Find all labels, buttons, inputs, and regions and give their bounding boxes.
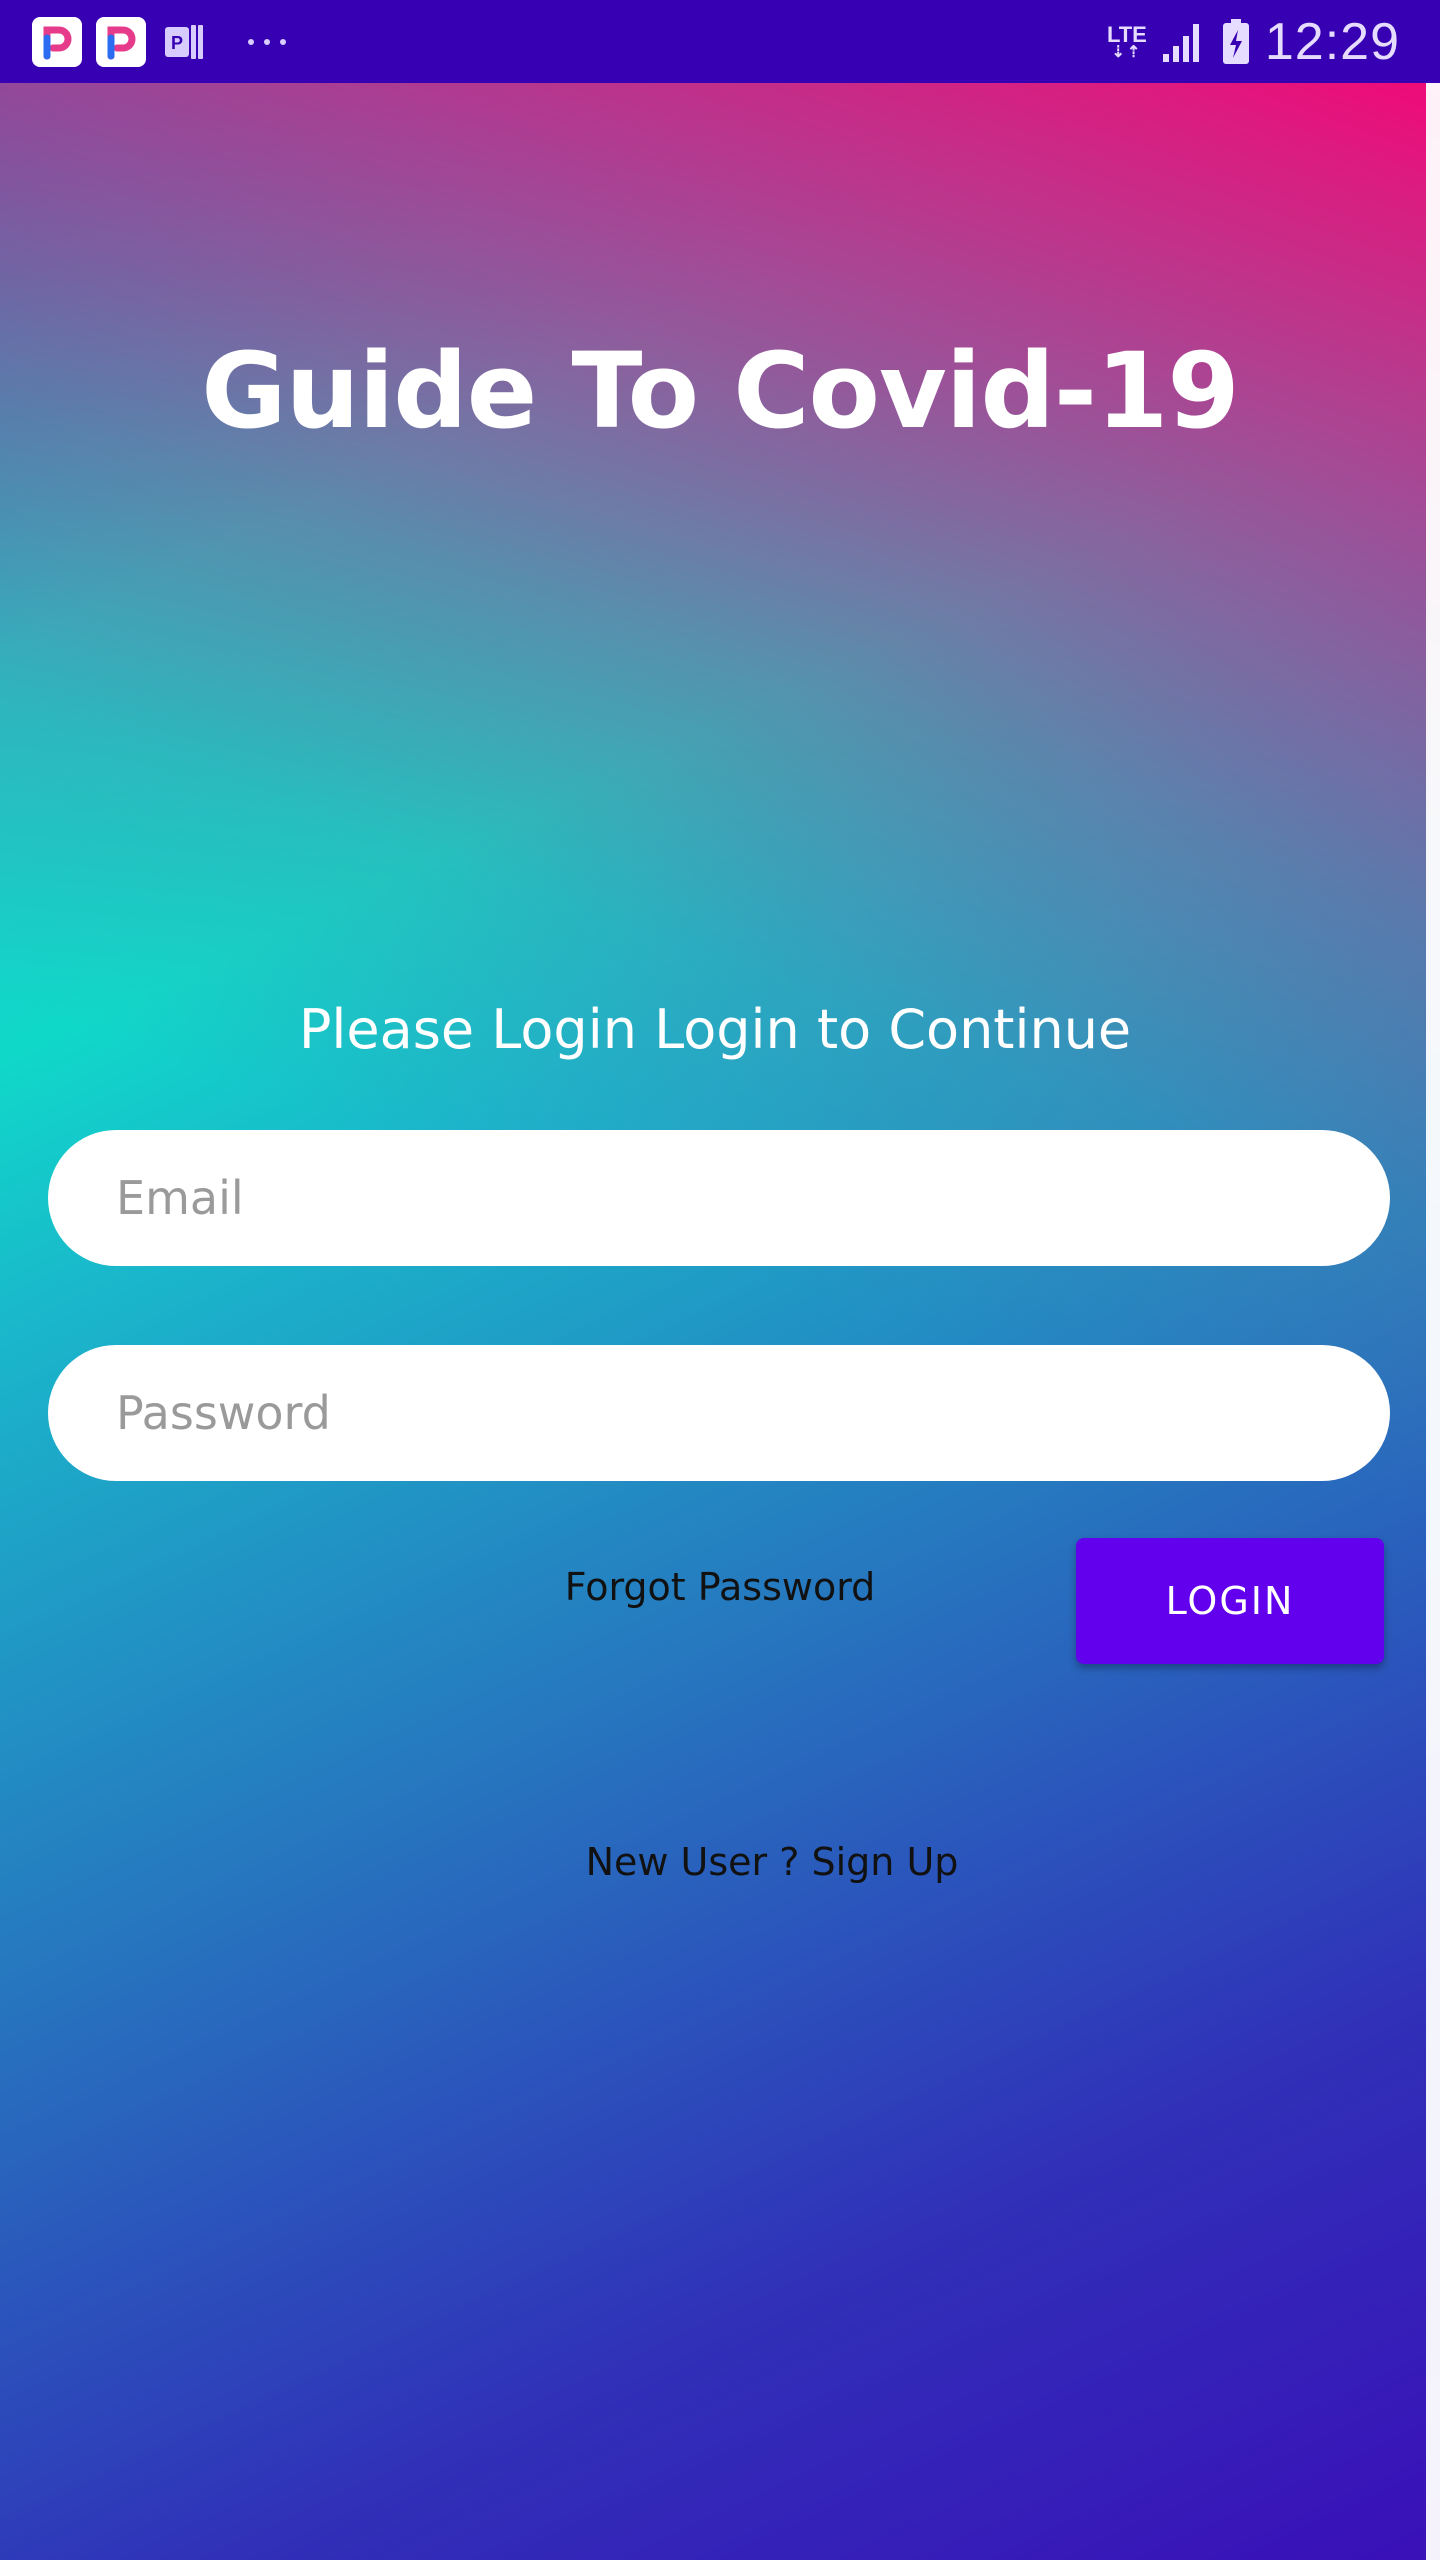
email-field[interactable] [48,1130,1390,1266]
notification-icons: P [32,16,286,68]
system-status: LTE ⇣⇡ 12:29 [1107,10,1400,74]
data-arrows-icon: ⇣⇡ [1111,44,1143,61]
lte-indicator: LTE ⇣⇡ [1107,24,1147,61]
battery-charging-icon [1222,19,1249,64]
signup-link[interactable]: New User ? Sign Up [0,1840,1440,1884]
signal-icon [1162,24,1199,62]
document-app-icon: P [162,20,206,64]
clock: 12:29 [1264,13,1400,71]
svg-text:P: P [171,33,183,53]
more-notifications-icon [248,39,286,45]
login-screen: P LTE ⇣⇡ 12:29 Guide To Covid-19 Please … [0,0,1440,2560]
gradient-background [0,83,1440,2560]
p-app-icon-2 [96,17,146,67]
forgot-password-link[interactable]: Forgot Password [520,1565,920,1609]
edge-strip [1426,83,1440,2560]
status-bar: P LTE ⇣⇡ 12:29 [0,0,1440,83]
p-app-icon [32,17,82,67]
password-field[interactable] [48,1345,1390,1481]
login-button[interactable]: LOGIN [1076,1538,1384,1664]
app-title: Guide To Covid-19 [201,330,1240,452]
login-prompt: Please Login Login to Continue [298,998,1132,1061]
